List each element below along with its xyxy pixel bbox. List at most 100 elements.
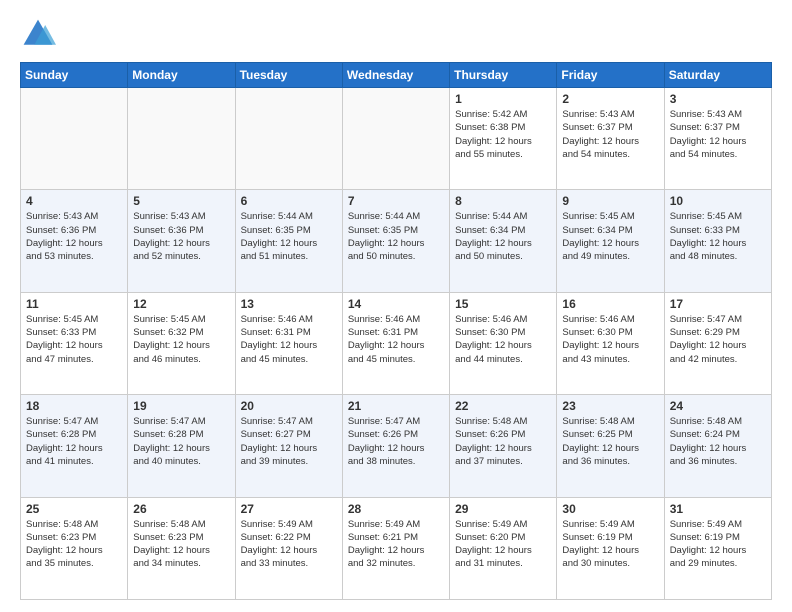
day-info: Sunrise: 5:44 AMSunset: 6:35 PMDaylight:… [348, 210, 444, 263]
calendar-week-row: 4 Sunrise: 5:43 AMSunset: 6:36 PMDaylight… [21, 190, 772, 292]
calendar-day-header: Tuesday [235, 63, 342, 88]
day-info: Sunrise: 5:43 AMSunset: 6:37 PMDaylight:… [670, 108, 766, 161]
day-info: Sunrise: 5:48 AMSunset: 6:23 PMDaylight:… [26, 518, 122, 571]
calendar-cell: 27 Sunrise: 5:49 AMSunset: 6:22 PMDayligh… [235, 497, 342, 599]
day-info: Sunrise: 5:46 AMSunset: 6:31 PMDaylight:… [348, 313, 444, 366]
calendar-cell: 23 Sunrise: 5:48 AMSunset: 6:25 PMDayligh… [557, 395, 664, 497]
day-number: 20 [241, 399, 337, 413]
day-number: 7 [348, 194, 444, 208]
day-info: Sunrise: 5:49 AMSunset: 6:19 PMDaylight:… [562, 518, 658, 571]
day-info: Sunrise: 5:46 AMSunset: 6:30 PMDaylight:… [562, 313, 658, 366]
day-number: 30 [562, 502, 658, 516]
calendar-cell: 9 Sunrise: 5:45 AMSunset: 6:34 PMDaylight… [557, 190, 664, 292]
day-info: Sunrise: 5:47 AMSunset: 6:28 PMDaylight:… [26, 415, 122, 468]
day-info: Sunrise: 5:48 AMSunset: 6:24 PMDaylight:… [670, 415, 766, 468]
calendar-header-row: SundayMondayTuesdayWednesdayThursdayFrid… [21, 63, 772, 88]
calendar-cell: 31Sunrise: 5:49 AMSunset: 6:19 PMDayligh… [664, 497, 771, 599]
day-number: 1 [455, 92, 551, 106]
logo [20, 16, 60, 52]
calendar-cell: 5Sunrise: 5:43 AMSunset: 6:36 PMDaylight… [128, 190, 235, 292]
day-number: 26 [133, 502, 229, 516]
calendar-cell: 6 Sunrise: 5:44 AMSunset: 6:35 PMDaylight… [235, 190, 342, 292]
day-number: 12 [133, 297, 229, 311]
day-info: Sunrise: 5:43 AMSunset: 6:36 PMDaylight:… [133, 210, 229, 263]
day-info: Sunrise: 5:42 AMSunset: 6:38 PMDaylight:… [455, 108, 551, 161]
day-number: 2 [562, 92, 658, 106]
calendar-cell: 15 Sunrise: 5:46 AMSunset: 6:30 PMDayligh… [450, 292, 557, 394]
calendar-week-row: 18 Sunrise: 5:47 AMSunset: 6:28 PMDayligh… [21, 395, 772, 497]
day-info: Sunrise: 5:47 AMSunset: 6:26 PMDaylight:… [348, 415, 444, 468]
day-info: Sunrise: 5:45 AMSunset: 6:34 PMDaylight:… [562, 210, 658, 263]
calendar-cell: 13 Sunrise: 5:46 AMSunset: 6:31 PMDayligh… [235, 292, 342, 394]
calendar-cell: 21Sunrise: 5:47 AMSunset: 6:26 PMDayligh… [342, 395, 449, 497]
calendar-cell: 10 Sunrise: 5:45 AMSunset: 6:33 PMDayligh… [664, 190, 771, 292]
day-number: 25 [26, 502, 122, 516]
day-info: Sunrise: 5:43 AMSunset: 6:36 PMDaylight:… [26, 210, 122, 263]
calendar-day-header: Wednesday [342, 63, 449, 88]
day-number: 13 [241, 297, 337, 311]
day-info: Sunrise: 5:48 AMSunset: 6:25 PMDaylight:… [562, 415, 658, 468]
day-number: 11 [26, 297, 122, 311]
calendar-cell: 26 Sunrise: 5:48 AMSunset: 6:23 PMDayligh… [128, 497, 235, 599]
calendar-cell [342, 88, 449, 190]
day-info: Sunrise: 5:45 AMSunset: 6:33 PMDaylight:… [26, 313, 122, 366]
day-info: Sunrise: 5:49 AMSunset: 6:19 PMDaylight:… [670, 518, 766, 571]
day-info: Sunrise: 5:44 AMSunset: 6:35 PMDaylight:… [241, 210, 337, 263]
day-number: 14 [348, 297, 444, 311]
day-info: Sunrise: 5:48 AMSunset: 6:23 PMDaylight:… [133, 518, 229, 571]
calendar-week-row: 1 Sunrise: 5:42 AMSunset: 6:38 PMDaylight… [21, 88, 772, 190]
day-info: Sunrise: 5:49 AMSunset: 6:21 PMDaylight:… [348, 518, 444, 571]
calendar-cell: 28 Sunrise: 5:49 AMSunset: 6:21 PMDayligh… [342, 497, 449, 599]
calendar-day-header: Saturday [664, 63, 771, 88]
day-number: 10 [670, 194, 766, 208]
header [20, 16, 772, 52]
day-number: 17 [670, 297, 766, 311]
day-number: 28 [348, 502, 444, 516]
day-number: 23 [562, 399, 658, 413]
calendar-cell: 25 Sunrise: 5:48 AMSunset: 6:23 PMDayligh… [21, 497, 128, 599]
calendar-cell: 29Sunrise: 5:49 AMSunset: 6:20 PMDayligh… [450, 497, 557, 599]
day-number: 6 [241, 194, 337, 208]
day-number: 18 [26, 399, 122, 413]
calendar-cell: 30 Sunrise: 5:49 AMSunset: 6:19 PMDayligh… [557, 497, 664, 599]
calendar-cell: 22 Sunrise: 5:48 AMSunset: 6:26 PMDayligh… [450, 395, 557, 497]
day-info: Sunrise: 5:45 AMSunset: 6:33 PMDaylight:… [670, 210, 766, 263]
day-number: 9 [562, 194, 658, 208]
calendar-cell: 12 Sunrise: 5:45 AMSunset: 6:32 PMDayligh… [128, 292, 235, 394]
calendar-day-header: Thursday [450, 63, 557, 88]
day-number: 4 [26, 194, 122, 208]
day-number: 27 [241, 502, 337, 516]
day-number: 22 [455, 399, 551, 413]
day-number: 15 [455, 297, 551, 311]
day-number: 19 [133, 399, 229, 413]
calendar: SundayMondayTuesdayWednesdayThursdayFrid… [20, 62, 772, 600]
day-info: Sunrise: 5:43 AMSunset: 6:37 PMDaylight:… [562, 108, 658, 161]
calendar-cell: 20Sunrise: 5:47 AMSunset: 6:27 PMDayligh… [235, 395, 342, 497]
day-number: 24 [670, 399, 766, 413]
calendar-day-header: Monday [128, 63, 235, 88]
calendar-cell: 18 Sunrise: 5:47 AMSunset: 6:28 PMDayligh… [21, 395, 128, 497]
calendar-cell: 19 Sunrise: 5:47 AMSunset: 6:28 PMDayligh… [128, 395, 235, 497]
calendar-week-row: 11 Sunrise: 5:45 AMSunset: 6:33 PMDayligh… [21, 292, 772, 394]
day-number: 3 [670, 92, 766, 106]
calendar-cell: 17 Sunrise: 5:47 AMSunset: 6:29 PMDayligh… [664, 292, 771, 394]
calendar-cell [128, 88, 235, 190]
day-info: Sunrise: 5:45 AMSunset: 6:32 PMDaylight:… [133, 313, 229, 366]
calendar-cell [21, 88, 128, 190]
calendar-cell: 16Sunrise: 5:46 AMSunset: 6:30 PMDayligh… [557, 292, 664, 394]
day-info: Sunrise: 5:48 AMSunset: 6:26 PMDaylight:… [455, 415, 551, 468]
calendar-cell [235, 88, 342, 190]
day-info: Sunrise: 5:47 AMSunset: 6:28 PMDaylight:… [133, 415, 229, 468]
day-info: Sunrise: 5:46 AMSunset: 6:31 PMDaylight:… [241, 313, 337, 366]
calendar-cell: 2 Sunrise: 5:43 AMSunset: 6:37 PMDaylight… [557, 88, 664, 190]
calendar-cell: 1 Sunrise: 5:42 AMSunset: 6:38 PMDaylight… [450, 88, 557, 190]
day-number: 29 [455, 502, 551, 516]
day-info: Sunrise: 5:47 AMSunset: 6:29 PMDaylight:… [670, 313, 766, 366]
calendar-cell: 14 Sunrise: 5:46 AMSunset: 6:31 PMDayligh… [342, 292, 449, 394]
day-info: Sunrise: 5:49 AMSunset: 6:22 PMDaylight:… [241, 518, 337, 571]
calendar-day-header: Friday [557, 63, 664, 88]
calendar-week-row: 25 Sunrise: 5:48 AMSunset: 6:23 PMDayligh… [21, 497, 772, 599]
day-info: Sunrise: 5:44 AMSunset: 6:34 PMDaylight:… [455, 210, 551, 263]
day-info: Sunrise: 5:46 AMSunset: 6:30 PMDaylight:… [455, 313, 551, 366]
day-number: 8 [455, 194, 551, 208]
